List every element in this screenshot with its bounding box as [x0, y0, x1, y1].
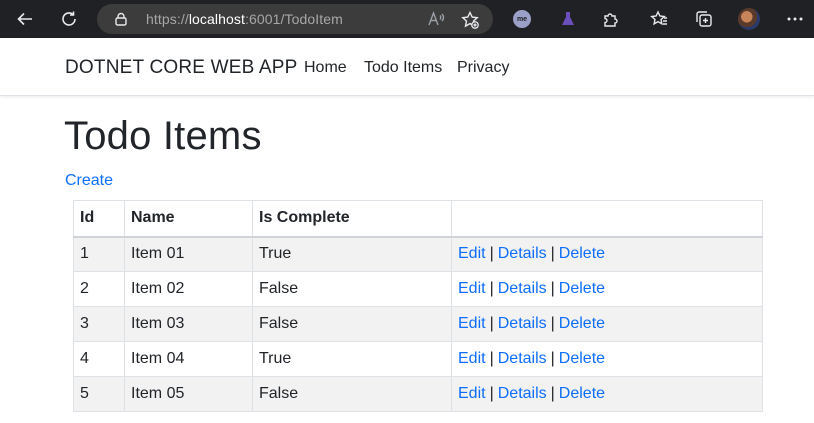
- cell-is-complete: True: [252, 341, 452, 377]
- cell-is-complete: True: [252, 236, 452, 272]
- cell-id: 2: [73, 271, 125, 307]
- favorites-icon[interactable]: [647, 7, 671, 31]
- cell-name: Item 05: [124, 376, 253, 412]
- cell-actions: Edit | Details | Delete: [451, 341, 763, 377]
- action-separator: |: [550, 385, 555, 402]
- action-separator: |: [489, 315, 494, 332]
- details-link[interactable]: Details: [498, 385, 547, 402]
- table-row: 2 Item 02 False Edit | Details | Delete: [73, 271, 763, 307]
- site-navbar: DOTNET CORE WEB APP Home Todo Items Priv…: [0, 38, 814, 96]
- table-row: 4 Item 04 True Edit | Details | Delete: [73, 341, 763, 377]
- table-header-row: Id Name Is Complete: [73, 200, 763, 238]
- cell-actions: Edit | Details | Delete: [451, 236, 763, 272]
- header-is-complete: Is Complete: [252, 200, 452, 238]
- edit-link[interactable]: Edit: [458, 280, 486, 297]
- create-link[interactable]: Create: [65, 172, 113, 190]
- edit-link[interactable]: Edit: [458, 350, 486, 367]
- lock-icon: [115, 12, 127, 26]
- page-title: Todo Items: [64, 114, 262, 158]
- url-text: https://localhost:6001/TodoItem: [146, 11, 343, 27]
- action-separator: |: [550, 350, 555, 367]
- cell-actions: Edit | Details | Delete: [451, 376, 763, 412]
- profile-avatar[interactable]: [738, 8, 760, 30]
- cell-actions: Edit | Details | Delete: [451, 306, 763, 342]
- more-menu-icon[interactable]: [783, 7, 807, 31]
- action-separator: |: [550, 245, 555, 263]
- header-name: Name: [124, 200, 253, 238]
- cell-name: Item 02: [124, 271, 253, 307]
- refresh-icon[interactable]: [57, 7, 81, 31]
- details-link[interactable]: Details: [498, 350, 547, 367]
- cell-id: 1: [73, 236, 125, 272]
- cell-id: 3: [73, 306, 125, 342]
- header-id: Id: [73, 200, 125, 238]
- cell-name: Item 04: [124, 341, 253, 377]
- cell-is-complete: False: [252, 376, 452, 412]
- brand-link[interactable]: DOTNET CORE WEB APP: [65, 57, 298, 79]
- nav-privacy[interactable]: Privacy: [457, 59, 509, 77]
- add-favorite-icon[interactable]: [460, 10, 480, 30]
- back-arrow-icon[interactable]: [13, 7, 37, 31]
- nav-todo-items[interactable]: Todo Items: [364, 59, 442, 77]
- delete-link[interactable]: Delete: [559, 280, 605, 297]
- action-separator: |: [489, 280, 494, 297]
- cell-id: 4: [73, 341, 125, 377]
- edit-link[interactable]: Edit: [458, 315, 486, 332]
- table-row: 5 Item 05 False Edit | Details | Delete: [73, 376, 763, 412]
- action-separator: |: [489, 350, 494, 367]
- cell-is-complete: False: [252, 271, 452, 307]
- flask-extension-icon[interactable]: [556, 7, 580, 31]
- details-link[interactable]: Details: [498, 280, 547, 297]
- collections-icon[interactable]: [692, 7, 716, 31]
- edit-link[interactable]: Edit: [458, 245, 486, 262]
- todo-table: Id Name Is Complete 1 Item 01 True Edit | Det…: [73, 200, 763, 412]
- action-separator: |: [489, 385, 494, 402]
- cell-id: 5: [73, 376, 125, 412]
- edit-link[interactable]: Edit: [458, 385, 486, 402]
- nav-home[interactable]: Home: [304, 59, 347, 77]
- delete-link[interactable]: Delete: [559, 350, 605, 367]
- cell-is-complete: False: [252, 306, 452, 342]
- table-row: 1 Item 01 True Edit | Details | Delete: [73, 236, 763, 272]
- address-bar[interactable]: https://localhost:6001/TodoItem: [97, 4, 493, 34]
- action-separator: |: [550, 280, 555, 297]
- delete-link[interactable]: Delete: [559, 315, 605, 332]
- extension-profile-icon[interactable]: me: [513, 10, 531, 28]
- extensions-puzzle-icon[interactable]: [599, 7, 623, 31]
- action-separator: |: [550, 315, 555, 332]
- details-link[interactable]: Details: [498, 315, 547, 332]
- delete-link[interactable]: Delete: [559, 385, 605, 402]
- delete-link[interactable]: Delete: [559, 245, 605, 262]
- cell-name: Item 01: [124, 236, 253, 272]
- action-separator: |: [489, 245, 494, 263]
- header-actions: [451, 200, 763, 238]
- cell-name: Item 03: [124, 306, 253, 342]
- read-aloud-icon[interactable]: [427, 10, 445, 28]
- cell-actions: Edit | Details | Delete: [451, 271, 763, 307]
- browser-toolbar: https://localhost:6001/TodoItem me: [0, 0, 814, 38]
- details-link[interactable]: Details: [498, 245, 547, 262]
- table-row: 3 Item 03 False Edit | Details | Delete: [73, 306, 763, 342]
